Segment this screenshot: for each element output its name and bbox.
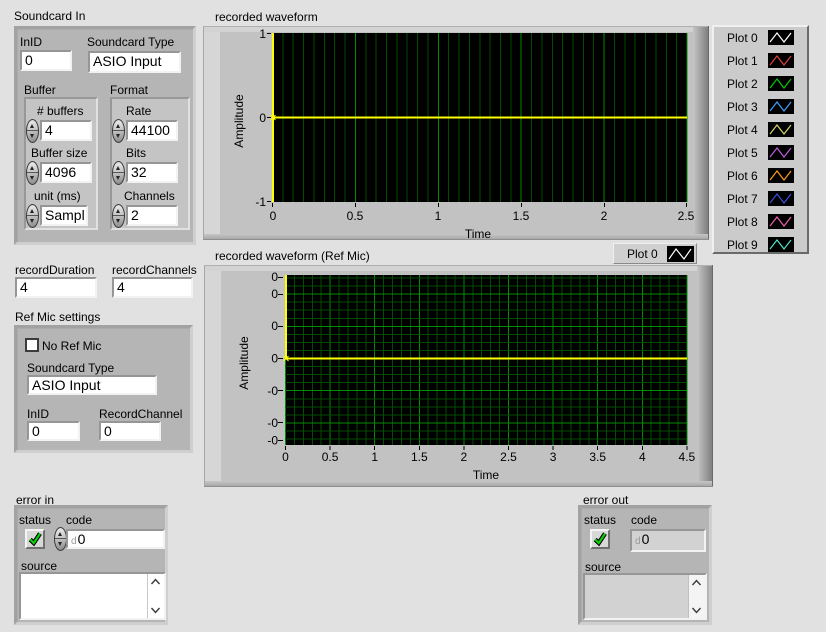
svg-text:-0: -0 <box>267 384 278 398</box>
svg-text:Amplitude: Amplitude <box>237 336 251 390</box>
svg-text:-1: -1 <box>255 195 266 209</box>
svg-text:2: 2 <box>461 450 468 464</box>
svg-text:1: 1 <box>435 209 442 223</box>
svg-text:2.5: 2.5 <box>678 209 695 223</box>
svg-text:-0: -0 <box>267 416 278 430</box>
svg-text:0: 0 <box>271 352 278 366</box>
svg-text:1: 1 <box>259 27 266 41</box>
svg-text:2: 2 <box>601 209 608 223</box>
svg-text:0: 0 <box>259 111 266 125</box>
svg-text:0: 0 <box>271 287 278 301</box>
svg-text:1.5: 1.5 <box>513 209 530 223</box>
svg-text:-0: -0 <box>267 434 278 448</box>
svg-text:4: 4 <box>639 450 646 464</box>
svg-text:Amplitude: Amplitude <box>232 94 246 148</box>
svg-text:1: 1 <box>371 450 378 464</box>
svg-text:Time: Time <box>465 227 492 240</box>
svg-text:0: 0 <box>282 450 289 464</box>
svg-text:2.5: 2.5 <box>500 450 517 464</box>
svg-text:0: 0 <box>270 209 277 223</box>
svg-text:3.5: 3.5 <box>589 450 606 464</box>
svg-text:0.5: 0.5 <box>322 450 339 464</box>
svg-text:Time: Time <box>473 468 500 482</box>
svg-text:4.5: 4.5 <box>679 450 696 464</box>
svg-text:0.5: 0.5 <box>347 209 364 223</box>
svg-text:3: 3 <box>550 450 557 464</box>
svg-text:0: 0 <box>271 319 278 333</box>
svg-text:0: 0 <box>271 270 278 284</box>
svg-text:1.5: 1.5 <box>411 450 428 464</box>
